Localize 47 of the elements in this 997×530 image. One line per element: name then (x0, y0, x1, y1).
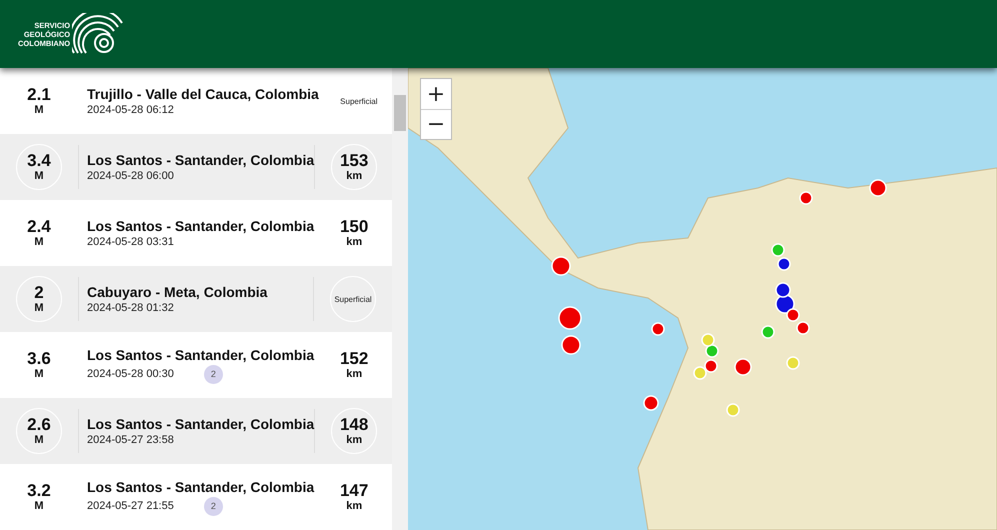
depth-value: 152 (340, 350, 368, 368)
depth-value: 148 (340, 416, 368, 434)
event-location: Los Santos - Santander, Colombia (87, 218, 314, 234)
earthquake-row[interactable]: 2 M Cabuyaro - Meta, Colombia 2024-05-28 01:32 Superficial (0, 266, 392, 332)
depth-value: Superficial (340, 96, 378, 106)
depth-value: 150 (340, 218, 368, 236)
scrollbar[interactable] (392, 68, 408, 530)
magnitude-unit: M (34, 236, 44, 248)
event-location: Los Santos - Santander, Colombia (87, 152, 314, 168)
magnitude-unit: M (34, 302, 44, 314)
count-badge: 2 (204, 364, 223, 384)
magnitude-value: 3.6 (27, 350, 51, 368)
depth-unit: km (346, 236, 362, 248)
event-location: Los Santos - Santander, Colombia (87, 346, 314, 362)
count-badge: 2 (204, 496, 223, 516)
magnitude-unit: M (34, 500, 44, 512)
depth-unit: km (346, 368, 362, 380)
magnitude-unit: M (34, 104, 44, 116)
depth-value: 153 (340, 152, 368, 170)
earthquake-row[interactable]: 3.4 M Los Santos - Santander, Colombia 2024-05-28 06:00 153 km (0, 134, 392, 200)
event-time: 2024-05-27 21:55 (87, 500, 174, 512)
magnitude-value: 2.6 (27, 416, 51, 434)
event-location: Los Santos - Santander, Colombia (87, 416, 314, 432)
magnitude-value: 2 (34, 284, 44, 302)
event-location: Los Santos - Santander, Colombia (87, 478, 314, 494)
depth-value: Superficial (334, 294, 372, 304)
magnitude-value: 2.1 (27, 86, 51, 104)
earthquake-row[interactable]: 2.6 M Los Santos - Santander, Colombia 2024-05-27 23:58 148 km (0, 398, 392, 464)
event-time: 2024-05-28 01:32 (87, 302, 174, 314)
magnitude-value: 2.4 (27, 218, 51, 236)
magnitude-unit: M (34, 434, 44, 446)
depth-value: 147 (340, 482, 368, 500)
magnitude-value: 3.4 (27, 152, 51, 170)
event-time: 2024-05-27 23:58 (87, 434, 174, 446)
event-time: 2024-05-28 06:12 (87, 104, 174, 116)
logo-icon (72, 13, 124, 55)
event-location: Cabuyaro - Meta, Colombia (87, 284, 268, 300)
event-time: 2024-05-28 00:30 (87, 368, 174, 380)
depth-unit: km (346, 434, 362, 446)
magnitude-value: 3.2 (27, 482, 51, 500)
event-time: 2024-05-28 03:31 (87, 236, 174, 248)
magnitude-unit: M (34, 368, 44, 380)
depth-unit: km (346, 170, 362, 182)
magnitude-unit: M (34, 170, 44, 182)
depth-unit: km (346, 500, 362, 512)
event-time: 2024-05-28 06:00 (87, 170, 174, 182)
event-location: Trujillo - Valle del Cauca, Colombia (87, 86, 319, 102)
